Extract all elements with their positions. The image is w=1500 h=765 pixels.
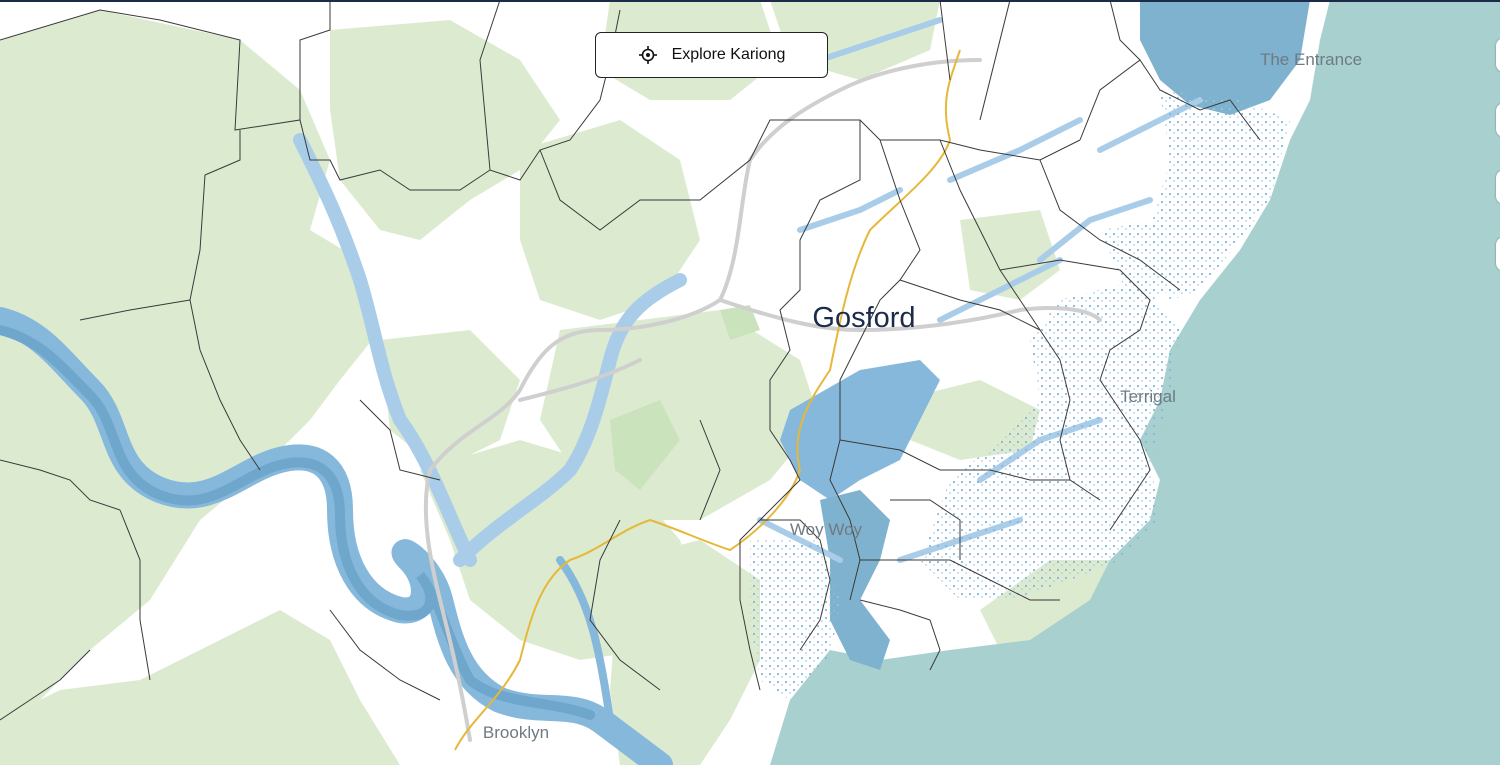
explore-kariong-button[interactable]: Explore Kariong xyxy=(595,32,828,78)
top-border xyxy=(0,0,1500,2)
label-woy-woy: Woy Woy xyxy=(790,520,863,539)
explore-kariong-label: Explore Kariong xyxy=(671,46,786,63)
label-brooklyn: Brooklyn xyxy=(483,723,549,742)
map-control-zoom-in[interactable] xyxy=(1496,38,1500,72)
label-gosford: Gosford xyxy=(812,302,915,334)
label-the-entrance: The Entrance xyxy=(1260,50,1362,69)
map-control-layers[interactable] xyxy=(1496,170,1500,204)
map-control-zoom-out[interactable] xyxy=(1496,103,1500,137)
map-canvas[interactable]: Gosford Terrigal The Entrance Woy Woy Br… xyxy=(0,0,1500,765)
crosshair-icon xyxy=(638,45,658,65)
map-control-locate[interactable] xyxy=(1496,237,1500,271)
label-terrigal: Terrigal xyxy=(1120,387,1176,406)
